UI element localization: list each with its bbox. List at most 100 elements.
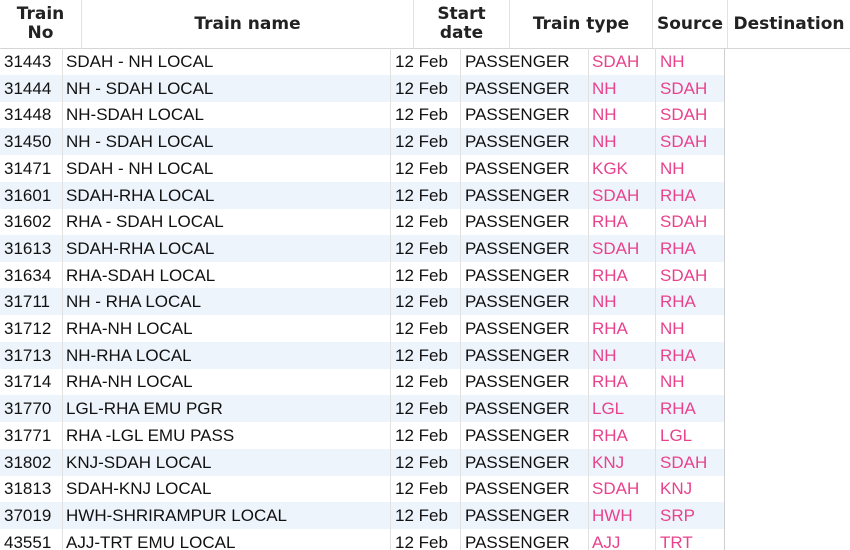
source-cell: SDAH [592, 52, 640, 71]
train-type-cell: PASSENGER [465, 52, 570, 71]
train-type-cell: PASSENGER [465, 292, 570, 312]
start-date-cell: 12 Feb [395, 212, 448, 232]
header-train-name[interactable]: Train name [82, 0, 414, 48]
start-date-cell: 12 Feb [395, 105, 448, 125]
source-cell: NH [592, 292, 617, 312]
train-no-cell: 31711 [4, 292, 51, 312]
train-type-cell: PASSENGER [465, 238, 570, 258]
column-divider [655, 48, 656, 550]
train-type-cell: PASSENGER [465, 345, 570, 365]
train-no-cell: 37019 [4, 505, 52, 525]
table-row[interactable]: 43551 AJJ-TRT EMU LOCAL 12 Feb PASSENGER AJJ… [0, 529, 724, 550]
source-cell: AJJ [592, 532, 621, 550]
table-row[interactable]: 31712 RHA-NH LOCAL 12 Feb PASSENGER RHA NH [0, 315, 724, 342]
table-row[interactable]: 31771 RHA -LGL EMU PASS 12 Feb PASSENGER RHA… [0, 422, 724, 449]
table-row[interactable]: 31471 SDAH - NH LOCAL 12 Feb PASSENGER KGK NH [0, 155, 724, 182]
destination-cell: NH [660, 319, 685, 338]
train-no-cell: 31634 [4, 265, 52, 285]
start-date-cell: 12 Feb [395, 319, 448, 338]
train-no-cell: 31770 [4, 399, 52, 419]
table-row[interactable]: 31770 LGL-RHA EMU PGR 12 Feb PASSENGER LGL RH… [0, 395, 724, 423]
start-date-cell: 12 Feb [395, 158, 448, 178]
destination-cell: NH [660, 372, 685, 392]
train-name-cell: NH-RHA LOCAL [66, 345, 192, 365]
start-date-cell: 12 Feb [395, 132, 448, 152]
train-type-cell: PASSENGER [465, 265, 570, 285]
table-row[interactable]: 31444 NH - SDAH LOCAL 12 Feb PASSENGER NH SDA… [0, 74, 724, 102]
table-row[interactable]: 31602 RHA - SDAH LOCAL 12 Feb PASSENGER RHA S… [0, 208, 724, 235]
column-divider [460, 48, 461, 550]
train-no-cell: 31450 [4, 132, 52, 152]
destination-cell: NH [660, 52, 685, 71]
table-row[interactable]: 31714 RHA-NH LOCAL 12 Feb PASSENGER RHA NH [0, 368, 724, 395]
train-no-cell: 31712 [4, 319, 52, 338]
train-name-cell: SDAH - NH LOCAL [66, 52, 214, 71]
destination-cell: SDAH [660, 132, 708, 152]
table-row[interactable]: 31613 SDAH-RHA LOCAL 12 Feb PASSENGER SDAH RH… [0, 234, 724, 262]
table-row[interactable]: 31802 KNJ-SDAH LOCAL 12 Feb PASSENGER KNJ SDA… [0, 448, 724, 476]
table-row[interactable]: 31634 RHA-SDAH LOCAL 12 Feb PASSENGER RHA SDA… [0, 262, 724, 289]
source-cell: NH [592, 345, 617, 365]
header-source[interactable]: Source [653, 0, 728, 48]
destination-cell: SDAH [660, 452, 708, 472]
table-row[interactable]: 31601 SDAH-RHA LOCAL 12 Feb PASSENGER SDAH RH… [0, 181, 724, 209]
source-cell: RHA [592, 425, 628, 445]
start-date-cell: 12 Feb [395, 52, 448, 71]
train-name-cell: RHA-NH LOCAL [66, 372, 193, 392]
header-source-label: Source [656, 13, 724, 34]
header-train-type[interactable]: Train type [510, 0, 653, 48]
start-date-cell: 12 Feb [395, 452, 448, 472]
train-name-cell: NH - SDAH LOCAL [66, 132, 214, 152]
train-name-cell: SDAH-RHA LOCAL [66, 238, 215, 258]
train-name-cell: NH-SDAH LOCAL [66, 105, 204, 125]
table-row[interactable]: 31450 NH - SDAH LOCAL 12 Feb PASSENGER NH SDA… [0, 128, 724, 156]
column-divider [390, 48, 391, 550]
column-divider [62, 48, 63, 550]
destination-cell: SDAH [660, 78, 708, 98]
table-row[interactable]: 31711 NH - RHA LOCAL 12 Feb PASSENGER NH RHA [0, 288, 724, 316]
header-start-date-label: Start date [437, 4, 486, 43]
train-type-cell: PASSENGER [465, 399, 570, 419]
train-type-cell: PASSENGER [465, 185, 570, 205]
destination-cell: RHA [660, 345, 696, 365]
header-train-no[interactable]: Train No [0, 0, 82, 48]
train-name-cell: NH - SDAH LOCAL [66, 78, 214, 98]
header-destination[interactable]: Destination [728, 0, 850, 48]
train-type-cell: PASSENGER [465, 319, 570, 338]
source-cell: RHA [592, 319, 628, 338]
destination-cell: RHA [660, 399, 696, 419]
header-train-name-label: Train name [194, 13, 301, 34]
train-no-cell: 31714 [4, 372, 52, 392]
train-name-cell: HWH-SHRIRAMPUR LOCAL [66, 505, 288, 525]
train-name-cell: RHA - SDAH LOCAL [66, 212, 224, 232]
train-no-cell: 31443 [4, 52, 52, 71]
start-date-cell: 12 Feb [395, 292, 448, 312]
destination-cell: NH [660, 158, 685, 178]
destination-cell: KNJ [660, 479, 693, 499]
start-date-cell: 12 Feb [395, 185, 448, 205]
start-date-cell: 12 Feb [395, 505, 448, 525]
header-start-date[interactable]: Start date [414, 0, 510, 48]
table-row[interactable]: 31443 SDAH - NH LOCAL 12 Feb PASSENGER SDAH N… [0, 48, 724, 75]
train-no-cell: 31602 [4, 212, 52, 232]
train-type-cell: PASSENGER [465, 132, 570, 152]
destination-cell: LGL [660, 425, 693, 445]
start-date-cell: 12 Feb [395, 265, 448, 285]
table-row[interactable]: 31813 SDAH-KNJ LOCAL 12 Feb PASSENGER SDAH KN… [0, 475, 724, 502]
train-name-cell: RHA-NH LOCAL [66, 319, 193, 338]
table-row[interactable]: 31713 NH-RHA LOCAL 12 Feb PASSENGER NH RHA [0, 341, 724, 369]
train-no-cell: 31713 [4, 345, 52, 365]
train-type-cell: PASSENGER [465, 158, 570, 178]
start-date-cell: 12 Feb [395, 399, 448, 419]
train-no-cell: 31471 [4, 158, 52, 178]
destination-cell: SDAH [660, 265, 708, 285]
table-row[interactable]: 37019 HWH-SHRIRAMPUR LOCAL 12 Feb PASSENGER… [0, 501, 724, 529]
train-name-cell: LGL-RHA EMU PGR [66, 399, 223, 419]
source-cell: KGK [592, 158, 628, 178]
train-no-cell: 31771 [4, 425, 52, 445]
table-row[interactable]: 31448 NH-SDAH LOCAL 12 Feb PASSENGER NH SDAH [0, 101, 724, 128]
header-destination-label: Destination [733, 13, 845, 34]
train-table-body[interactable]: 31443 SDAH - NH LOCAL 12 Feb PASSENGER SDAH N… [0, 48, 725, 550]
start-date-cell: 12 Feb [395, 372, 448, 392]
train-no-cell: 43551 [4, 532, 52, 550]
